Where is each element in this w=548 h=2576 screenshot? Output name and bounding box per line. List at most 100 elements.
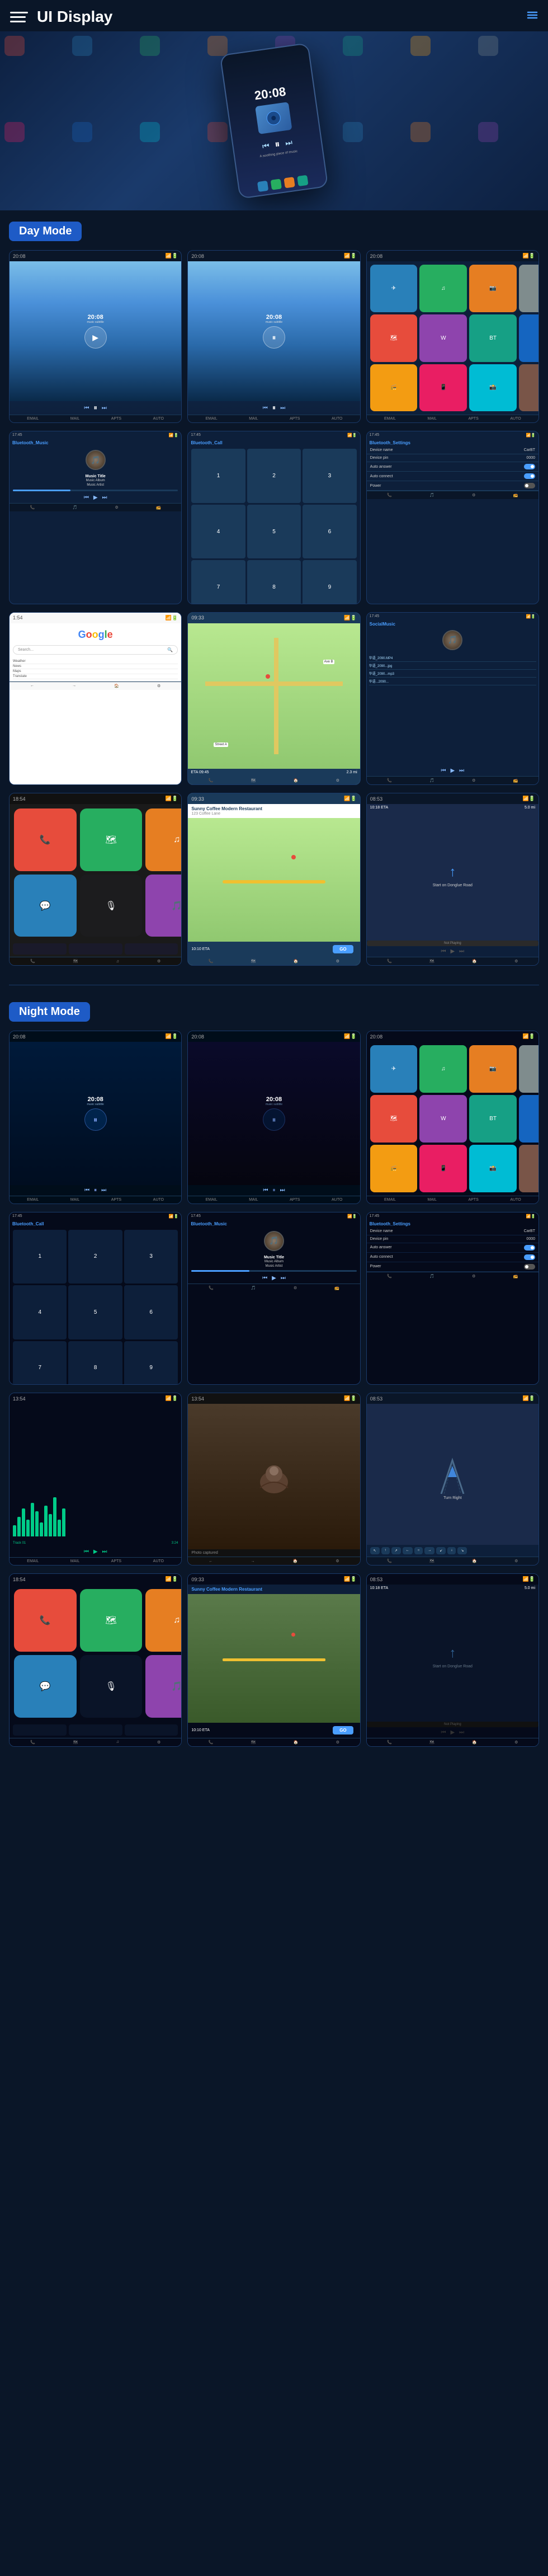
carplay-dock-item-3[interactable] (125, 943, 178, 955)
carplay-dock-item-2[interactable] (69, 943, 122, 955)
numpad-8[interactable]: 8 (247, 560, 301, 604)
na-camera[interactable]: 📸 (469, 1145, 517, 1192)
numpad-5[interactable]: 5 (247, 505, 301, 558)
road-btn-5[interactable]: ○ (414, 1547, 423, 1554)
social-item-1[interactable]: 华语_2090.MP4 (369, 654, 536, 662)
app-phone[interactable]: 📱 (419, 364, 467, 412)
road-btn-1[interactable]: ↖ (370, 1547, 380, 1554)
ncp-dock-3[interactable] (125, 1724, 178, 1736)
power-toggle[interactable] (524, 483, 535, 488)
s1-next[interactable]: ⏭ (102, 405, 107, 411)
menu-icon[interactable] (10, 7, 30, 27)
na-nav[interactable]: 🗺 (370, 1095, 418, 1143)
carplay-spotify[interactable]: 🎵 (145, 875, 182, 937)
ncp-podcasts[interactable]: 🎙 (80, 1655, 143, 1718)
google-item-3[interactable]: Maps (13, 669, 178, 674)
nbt-numpad-2[interactable]: 2 (68, 1230, 122, 1284)
google-item-1[interactable]: Weather (13, 659, 178, 664)
nw-play[interactable]: ▶ (93, 1549, 98, 1555)
nbt-numpad-1[interactable]: 1 (13, 1230, 67, 1284)
app-files[interactable]: 📁 (519, 364, 539, 412)
nw-prev[interactable]: ⏮ (84, 1549, 89, 1555)
nbt-next[interactable]: ⏭ (281, 1275, 286, 1281)
nbt-numpad-6[interactable]: 6 (124, 1285, 178, 1339)
app-settings[interactable]: ⚙ (519, 265, 539, 312)
ns-power-toggle[interactable] (524, 1264, 535, 1270)
nm2-play-circle[interactable]: ⏸ (263, 1108, 285, 1131)
google-search-bar[interactable]: Search... 🔍 (13, 645, 178, 655)
s1-pause[interactable]: ⏸ (93, 403, 97, 412)
hero-pause-icon[interactable]: ⏸ (274, 138, 281, 151)
header-dots-icon[interactable] (527, 10, 538, 24)
nw-next[interactable]: ⏭ (102, 1549, 107, 1555)
na-radio[interactable]: 📻 (370, 1145, 418, 1192)
nn-go-btn[interactable]: GO (333, 1726, 353, 1734)
social-item-4[interactable]: 华语...2090... (369, 678, 536, 685)
social-item-3[interactable]: 华语_2090...mp3 (369, 670, 536, 678)
social-prev[interactable]: ⏮ (441, 768, 446, 774)
carplay-maps[interactable]: 🗺 (80, 808, 143, 871)
road-btn-6[interactable]: → (424, 1547, 434, 1554)
ncp-maps[interactable]: 🗺 (80, 1589, 143, 1652)
nm2-prev[interactable]: ⏮ (263, 1187, 268, 1193)
na-telegram[interactable]: ✈ (370, 1045, 418, 1093)
numpad-9[interactable]: 9 (303, 560, 356, 604)
na-phone[interactable]: 📱 (419, 1145, 467, 1192)
google-item-4[interactable]: Translate (13, 674, 178, 679)
na-settings[interactable]: ⚙ (519, 1045, 539, 1093)
numpad-4[interactable]: 4 (191, 505, 245, 558)
social-play[interactable]: ▶ (450, 768, 455, 774)
nnp-play[interactable]: ▶ (450, 1729, 455, 1736)
carplay-phone[interactable]: 📞 (14, 808, 77, 871)
np-next[interactable]: ⏭ (459, 948, 464, 955)
auto-connect-toggle[interactable] (524, 473, 535, 479)
numpad-3[interactable]: 3 (303, 449, 356, 502)
ncp-phone[interactable]: 📞 (14, 1589, 77, 1652)
ncp-dock-1[interactable] (13, 1724, 67, 1736)
road-btn-4[interactable]: ← (403, 1547, 413, 1554)
ns-auto-answer-toggle[interactable] (524, 1245, 535, 1251)
nbt-numpad-3[interactable]: 3 (124, 1230, 178, 1284)
s2-pause[interactable]: ⏸ (272, 403, 276, 412)
app-music[interactable]: ♫ (419, 265, 467, 312)
numpad-7[interactable]: 7 (191, 560, 245, 604)
s1-play-circle[interactable]: ▶ (84, 326, 107, 349)
ncp-music[interactable]: ♫ (145, 1589, 182, 1652)
road-btn-8[interactable]: ↓ (447, 1547, 456, 1554)
social-next[interactable]: ⏭ (459, 768, 464, 774)
nm1-next[interactable]: ⏭ (101, 1187, 106, 1193)
nm1-play-circle[interactable]: ⏸ (84, 1108, 107, 1131)
ncp-messages[interactable]: 💬 (14, 1655, 77, 1718)
app-radio[interactable]: 📻 (370, 364, 418, 412)
na-music[interactable]: ♫ (419, 1045, 467, 1093)
bt-play[interactable]: ▶ (93, 495, 98, 501)
s2-next[interactable]: ⏭ (280, 405, 285, 411)
road-btn-9[interactable]: ↘ (457, 1547, 467, 1554)
np-play[interactable]: ▶ (450, 948, 455, 955)
nnp-prev[interactable]: ⏮ (441, 1729, 446, 1736)
app-carplay[interactable]: 🍎 (519, 314, 539, 362)
road-btn-7[interactable]: ↙ (436, 1547, 446, 1554)
carplay-music[interactable]: ♫ (145, 808, 182, 871)
carplay-dock-item-1[interactable] (13, 943, 67, 955)
nbt-numpad-8[interactable]: 8 (68, 1341, 122, 1385)
ns-auto-connect-toggle[interactable] (524, 1254, 535, 1260)
bt-next[interactable]: ⏭ (102, 495, 107, 501)
numpad-1[interactable]: 1 (191, 449, 245, 502)
na-waze[interactable]: W (419, 1095, 467, 1143)
nm1-pause[interactable]: ⏸ (94, 1187, 97, 1193)
carplay-podcasts[interactable]: 🎙 (80, 875, 143, 937)
nbt-numpad-7[interactable]: 7 (13, 1341, 67, 1385)
nbt-numpad-5[interactable]: 5 (68, 1285, 122, 1339)
app-camera[interactable]: 📸 (469, 364, 517, 412)
numpad-2[interactable]: 2 (247, 449, 301, 502)
bt-prev[interactable]: ⏮ (84, 495, 89, 501)
road-btn-3[interactable]: ↗ (391, 1547, 401, 1554)
na-files[interactable]: 📁 (519, 1145, 539, 1192)
nm2-pause[interactable]: ⏸ (272, 1187, 275, 1193)
nnp-next[interactable]: ⏭ (459, 1729, 464, 1736)
s1-prev[interactable]: ⏮ (84, 405, 89, 411)
s2-prev[interactable]: ⏮ (263, 405, 268, 411)
carplay-messages[interactable]: 💬 (14, 875, 77, 937)
nm1-prev[interactable]: ⏮ (84, 1187, 89, 1193)
